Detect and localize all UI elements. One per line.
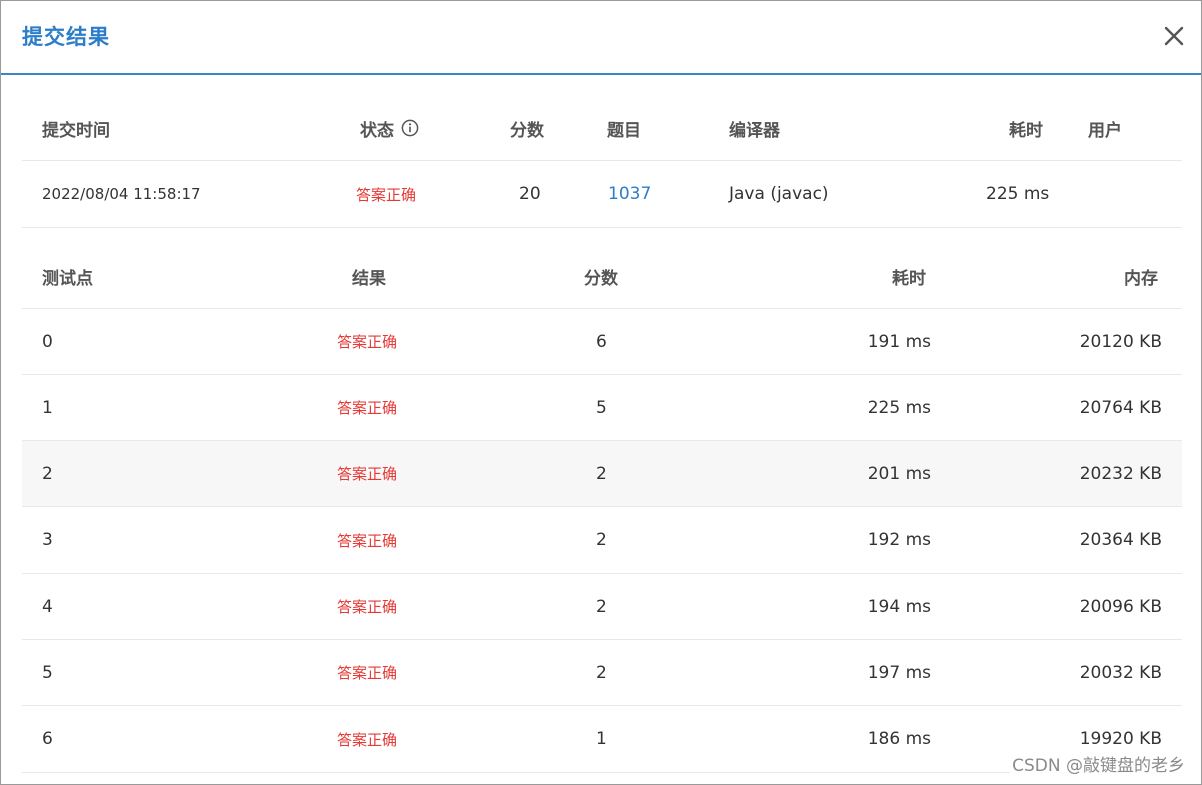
header-result: 结果 — [352, 268, 386, 289]
case-score: 2 — [596, 662, 607, 683]
case-id: 1 — [42, 397, 53, 418]
status-value: 答案正确 — [356, 185, 417, 204]
header-testcase: 测试点 — [42, 268, 93, 289]
header-case-elapsed: 耗时 — [892, 268, 926, 289]
submission-header-row: 提交时间 状态 分数 题目 编译器 耗时 用户 — [22, 96, 1182, 161]
table-row: 5 答案正确 2 197 ms 20032 KB — [22, 640, 1182, 706]
csdn-watermark: CSDN @敲键盘的老乡 — [1010, 751, 1187, 776]
case-score: 5 — [596, 397, 607, 418]
close-button[interactable] — [1161, 23, 1187, 49]
case-elapsed: 225 ms — [867, 397, 931, 418]
case-memory: 20764 KB — [1079, 397, 1162, 418]
table-row: 1 答案正确 5 225 ms 20764 KB — [22, 375, 1182, 441]
case-memory: 20096 KB — [1079, 596, 1162, 617]
submission-result-dialog: 提交结果 提交时间 状态 分数 题目 编译器 耗时 用户 2022/08/04 … — [0, 0, 1202, 785]
submit-time-value: 2022/08/04 11:58:17 — [42, 185, 201, 203]
submission-row: 2022/08/04 11:58:17 答案正确 20 1037 Java (j… — [22, 161, 1182, 228]
case-score: 1 — [596, 729, 607, 749]
case-id: 4 — [42, 596, 53, 617]
header-status: 状态 — [360, 96, 419, 160]
case-result: 答案正确 — [337, 333, 398, 351]
header-user: 用户 — [1088, 120, 1122, 141]
compiler-value: Java (javac) — [729, 184, 829, 204]
case-result: 答案正确 — [337, 465, 398, 483]
case-result: 答案正确 — [337, 399, 398, 417]
dialog-title: 提交结果 — [22, 25, 110, 49]
case-score: 6 — [596, 331, 607, 352]
case-score: 2 — [596, 596, 607, 617]
table-row: 2 答案正确 2 201 ms 20232 KB — [22, 441, 1182, 507]
case-score: 2 — [596, 463, 607, 484]
info-circle-icon[interactable] — [401, 119, 419, 137]
header-submit-time: 提交时间 — [42, 120, 110, 141]
header-score: 分数 — [510, 120, 544, 141]
header-elapsed: 耗时 — [1009, 120, 1043, 141]
case-result: 答案正确 — [337, 730, 398, 749]
table-row: 4 答案正确 2 194 ms 20096 KB — [22, 574, 1182, 640]
header-compiler: 编译器 — [729, 120, 780, 141]
table-row: 3 答案正确 2 192 ms 20364 KB — [22, 507, 1182, 574]
case-elapsed: 194 ms — [867, 596, 931, 617]
case-elapsed: 191 ms — [867, 331, 931, 352]
case-score: 2 — [596, 530, 607, 550]
case-elapsed: 192 ms — [867, 530, 931, 550]
case-memory: 20364 KB — [1079, 530, 1162, 550]
header-status-label: 状态 — [360, 120, 394, 141]
case-result: 答案正确 — [337, 664, 398, 682]
case-result: 答案正确 — [337, 598, 398, 616]
case-id: 2 — [42, 463, 53, 484]
header-memory: 内存 — [1124, 268, 1158, 289]
case-id: 0 — [42, 331, 53, 352]
case-id: 3 — [42, 530, 53, 550]
table-row: 0 答案正确 6 191 ms 20120 KB — [22, 309, 1182, 375]
header-case-score: 分数 — [584, 268, 618, 289]
case-id: 6 — [42, 729, 53, 749]
case-memory: 20032 KB — [1079, 662, 1162, 683]
score-value: 20 — [519, 184, 541, 204]
case-elapsed: 201 ms — [867, 463, 931, 484]
problem-link[interactable]: 1037 — [608, 161, 651, 227]
elapsed-value: 225 ms — [986, 184, 1050, 204]
case-memory: 20232 KB — [1079, 463, 1162, 484]
case-elapsed: 197 ms — [867, 662, 931, 683]
case-id: 5 — [42, 662, 53, 683]
case-elapsed: 186 ms — [867, 729, 931, 749]
close-icon[interactable] — [1161, 23, 1187, 49]
table-row: 6 答案正确 1 186 ms 19920 KB — [22, 706, 1182, 773]
testcase-header-row: 测试点 结果 分数 耗时 内存 — [22, 244, 1182, 309]
dialog-header: 提交结果 — [1, 1, 1201, 75]
case-result: 答案正确 — [337, 531, 398, 550]
header-problem: 题目 — [607, 120, 641, 141]
case-memory: 20120 KB — [1079, 331, 1162, 352]
